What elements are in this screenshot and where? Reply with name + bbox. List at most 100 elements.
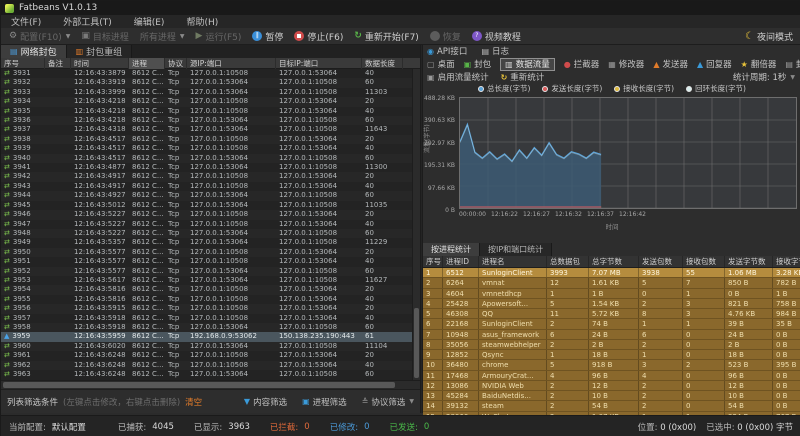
col-protocol[interactable]: 协议 xyxy=(165,57,187,69)
table-row[interactable]: ⇄ 3958 12:16:43:5918 8612 C... Tcp 127.0.0.1:… xyxy=(1,322,412,333)
content-filter-button[interactable]: ▼ 内容筛选 xyxy=(244,396,287,408)
stop-button[interactable]: 停止(F6) xyxy=(294,30,343,43)
table-row[interactable]: 1 6512 SunloginClient 3993 7.07 MB 3938 55 1.06… xyxy=(423,268,800,279)
col-send-packets[interactable]: 发送包数 xyxy=(639,256,683,267)
module-doubler[interactable]: ★ 翻倍器 xyxy=(741,58,777,71)
night-mode-toggle[interactable]: ☾ 夜间模式 xyxy=(745,30,793,43)
table-row[interactable]: 8 35056 steamwebhelper 2 2 B202 B0 B xyxy=(423,339,800,350)
table-row[interactable]: 2 6264 vmnat 12 1.61 KB 5 7 850 B 782 B xyxy=(423,278,800,289)
col-process[interactable]: 进程 xyxy=(129,57,165,69)
table-row[interactable]: ⇄ 3947 12:16:43:5227 8612 C... Tcp 127.0.0.1:… xyxy=(1,219,412,229)
tab-stats-by-process[interactable]: 按进程统计 xyxy=(423,243,480,256)
restart-button[interactable]: ↻ 重新开始(F7) xyxy=(354,30,418,43)
module-modifier[interactable]: ▦ 修改器 xyxy=(608,58,644,71)
col-pid[interactable]: 进程ID xyxy=(443,256,479,267)
table-row[interactable]: ⇄ 3944 12:16:43:4927 8612 C... Tcp 127.0.0.1:… xyxy=(1,191,412,201)
target-process-button[interactable]: ▣ 目标进程 xyxy=(81,30,129,43)
table-row[interactable]: ⇄ 3932 12:16:43:3919 8612 C... Tcp 127.0.0.1:… xyxy=(1,78,412,88)
col-send-bytes[interactable]: 发送字节数 xyxy=(725,256,773,267)
table-row[interactable]: ⇄ 3963 12:16:43:6248 8612 C... Tcp 127.0.0.1:… xyxy=(1,370,412,380)
table-row[interactable]: 13 45284 BaiduNetdis... 2 10 B 2 0 10 B0 B xyxy=(423,391,800,402)
table-row[interactable]: ⇄ 3941 12:16:43:4877 8612 C... Tcp 127.0.0.1:… xyxy=(1,163,412,173)
table-row[interactable]: ⇄ 3960 12:16:43:6020 8612 C... Tcp 127.0.0.1:… xyxy=(1,341,412,352)
module-desktop[interactable]: ▢ 桌面 xyxy=(427,58,455,71)
table-row[interactable]: ⇄ 3942 12:16:43:4917 8612 C... Tcp 127.0.0.1:… xyxy=(1,172,412,182)
col-note[interactable]: 备注 xyxy=(45,57,71,69)
module-replier[interactable]: ▲ 回复器 xyxy=(697,58,732,71)
table-row[interactable]: ⇄ 3953 12:16:43:5617 8612 C... Tcp 127.0.0.1:… xyxy=(1,275,412,286)
legend-item[interactable]: 接收长度(字节) xyxy=(614,83,674,94)
scroll-thumb[interactable] xyxy=(414,308,419,378)
col-seq[interactable]: 序号 xyxy=(1,57,45,69)
table-row[interactable]: ⇄ 3943 12:16:43:4917 8612 C... Tcp 127.0.0.1:… xyxy=(1,181,412,192)
col-total-packets[interactable]: 总数据包 xyxy=(547,256,589,267)
table-row[interactable]: ▲ 3959 12:16:43:5959 8612 C... Tcp 192.168.0.… xyxy=(1,332,412,342)
legend-item[interactable]: 发送长度(字节) xyxy=(542,83,602,94)
col-src[interactable]: 源IP:端口 xyxy=(187,57,276,69)
col-process-name[interactable]: 进程名 xyxy=(479,256,547,267)
tab-packet-reassembly[interactable]: ▥ 封包重组 xyxy=(66,45,133,58)
table-row[interactable]: ⇄ 3952 12:16:43:5577 8612 C... Tcp 127.0.0.1:… xyxy=(1,266,412,276)
menu-edit[interactable]: 编辑(E) xyxy=(134,15,165,28)
menu-file[interactable]: 文件(F) xyxy=(11,15,41,28)
vertical-scrollbar[interactable] xyxy=(412,69,420,380)
legend-item[interactable]: 回环长度(字节) xyxy=(686,83,746,94)
table-row[interactable]: ⇄ 3934 12:16:43:4218 8612 C... Tcp 127.0.0.1:… xyxy=(1,97,412,107)
col-dst[interactable]: 目标IP:端口 xyxy=(276,57,362,69)
table-row[interactable]: 6 22168 SunloginClient 2 74 B 1 1 39 B 35 B xyxy=(423,319,800,330)
col-index[interactable]: 序号 xyxy=(423,256,443,267)
table-row[interactable]: ⇄ 3933 12:16:43:3999 8612 C... Tcp 127.0.0.1:… xyxy=(1,87,412,98)
col-recv-packets[interactable]: 接收包数 xyxy=(683,256,725,267)
table-row[interactable]: ⇄ 3951 12:16:43:5577 8612 C... Tcp 127.0.0.1:… xyxy=(1,257,412,267)
module-packet[interactable]: ▣ 封包 xyxy=(464,58,492,71)
col-length[interactable]: 数据长度 xyxy=(362,57,403,69)
menu-external-tools[interactable]: 外部工具(T) xyxy=(63,15,112,28)
col-time[interactable]: 时间 xyxy=(71,57,129,69)
table-row[interactable]: 7 10948 asus_framework 6 24 B 6 0 24 B0 B xyxy=(423,329,800,340)
run-button[interactable]: ▶ 运行(F5) xyxy=(196,30,242,43)
table-row[interactable]: 4 25428 Apowersoft... 5 1.54 KB 2 3 821 B 758 B xyxy=(423,298,800,309)
tab-stats-by-ip-port[interactable]: 按IP和端口统计 xyxy=(480,243,553,256)
pause-button[interactable]: ‖ 暂停 xyxy=(252,30,283,43)
table-row[interactable]: ⇄ 3955 12:16:43:5816 8612 C... Tcp 127.0.0.1:… xyxy=(1,294,412,305)
menu-help[interactable]: 帮助(H) xyxy=(186,15,218,28)
tab-api[interactable]: ◉ API接口 xyxy=(427,45,467,58)
table-row[interactable]: 10 36480 chrome 5 918 B 3 2 523 B 395 B xyxy=(423,360,800,371)
col-recv-bytes[interactable]: 接收字节 xyxy=(773,256,800,267)
table-row[interactable]: 3 4604 vmnetdhcp 1 1 B010 B1 B xyxy=(423,288,800,299)
config-button[interactable]: ⚙ 配置(F10) ▼ xyxy=(9,30,70,43)
protocol-filter-button[interactable]: ≙ 协议筛选 ▼ xyxy=(362,396,414,408)
table-row[interactable]: 9 12852 Qsync 1 18 B 1 0 18 B0 B xyxy=(423,350,800,361)
clear-filter-button[interactable]: 清空 xyxy=(185,396,202,408)
table-row[interactable]: ⇄ 3950 12:16:43:5577 8612 C... Tcp 127.0.0.1:… xyxy=(1,247,412,258)
tab-log[interactable]: ▤ 日志 xyxy=(481,45,509,58)
table-row[interactable]: 11 17468 ArmouryCrat... 4 96 B 4 0 96 B0 B xyxy=(423,370,800,381)
module-traffic[interactable]: ▥ 数据流量 xyxy=(500,57,555,71)
table-row[interactable]: ⇄ 3936 12:16:43:4218 8612 C... Tcp 127.0.0.1:… xyxy=(1,116,412,126)
table-row[interactable]: ⇄ 3935 12:16:43:4218 8612 C... Tcp 127.0.0.1:… xyxy=(1,106,412,117)
module-interceptor[interactable]: ● 拦截器 xyxy=(564,58,600,71)
table-row[interactable]: ⇄ 3948 12:16:43:5227 8612 C... Tcp 127.0.0.1:… xyxy=(1,228,412,239)
table-row[interactable]: ⇄ 3954 12:16:43:5816 8612 C... Tcp 127.0.0.1:… xyxy=(1,285,412,295)
resume-button[interactable]: 恢复 xyxy=(429,30,461,43)
table-row[interactable]: 5 46308 QQ 11 5.72 KB 8 3 4.76 KB 984 B xyxy=(423,309,800,320)
table-row[interactable]: ⇄ 3937 12:16:43:4318 8612 C... Tcp 127.0.0.1:… xyxy=(1,125,412,135)
table-row[interactable]: ⇄ 3931 12:16:43:3879 8612 C... Tcp 127.0.0.1:… xyxy=(1,69,412,79)
table-row[interactable]: ⇄ 3961 12:16:43:6248 8612 C... Tcp 127.0.0.1:… xyxy=(1,351,412,361)
legend-item[interactable]: 总长度(字节) xyxy=(478,83,530,94)
all-process-dropdown[interactable]: 所有进程 ▼ xyxy=(140,30,185,43)
module-packet-compare[interactable]: ▤封包比对 xyxy=(785,58,800,71)
scroll-thumb[interactable] xyxy=(3,382,395,388)
table-row[interactable]: ⇄ 3949 12:16:43:5357 8612 C... Tcp 127.0.0.1:… xyxy=(1,238,412,248)
table-row[interactable]: ⇄ 3939 12:16:43:4517 8612 C... Tcp 127.0.0.1:… xyxy=(1,144,412,154)
horizontal-scrollbar[interactable] xyxy=(1,380,420,389)
table-row[interactable]: ⇄ 3957 12:16:43:5918 8612 C... Tcp 127.0.0.1:… xyxy=(1,313,412,323)
module-sender[interactable]: ▲ 发送器 xyxy=(653,58,688,71)
table-row[interactable]: ⇄ 3956 12:16:43:5915 8612 C... Tcp 127.0.0.1:… xyxy=(1,304,412,314)
enable-traffic-stats-toggle[interactable]: ▣ 启用流量统计 xyxy=(427,71,489,84)
col-total-bytes[interactable]: 总字节数 xyxy=(589,256,639,267)
table-row[interactable]: ⇄ 3940 12:16:43:4517 8612 C... Tcp 127.0.0.1:… xyxy=(1,153,412,164)
stat-period-dropdown[interactable]: 统计周期: 1秒 ▼ xyxy=(733,71,795,83)
table-row[interactable]: 12 13086 NVIDIA Web 2 12 B 2 0 12 B0 B xyxy=(423,380,800,391)
table-row[interactable]: 14 39132 steam 2 54 B 2 0 54 B0 B xyxy=(423,401,800,412)
